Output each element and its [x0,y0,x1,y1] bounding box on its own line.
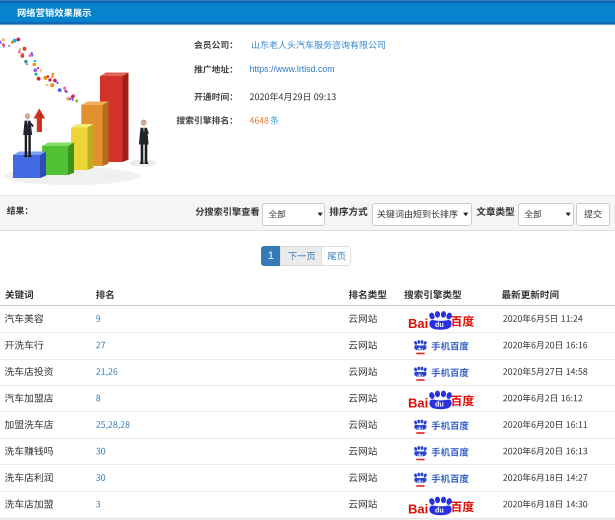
svg-text:du: du [417,347,423,352]
svg-text:du: du [417,373,423,378]
svg-text:Bai: Bai [408,395,428,410]
svg-text:du: du [417,453,423,458]
svg-text:du: du [417,426,423,431]
svg-text:du: du [417,479,423,484]
svg-text:du: du [435,399,444,408]
svg-text:Bai: Bai [408,316,428,331]
svg-text:du: du [435,320,444,329]
svg-text:Bai: Bai [408,501,428,516]
svg-text:du: du [435,505,444,514]
